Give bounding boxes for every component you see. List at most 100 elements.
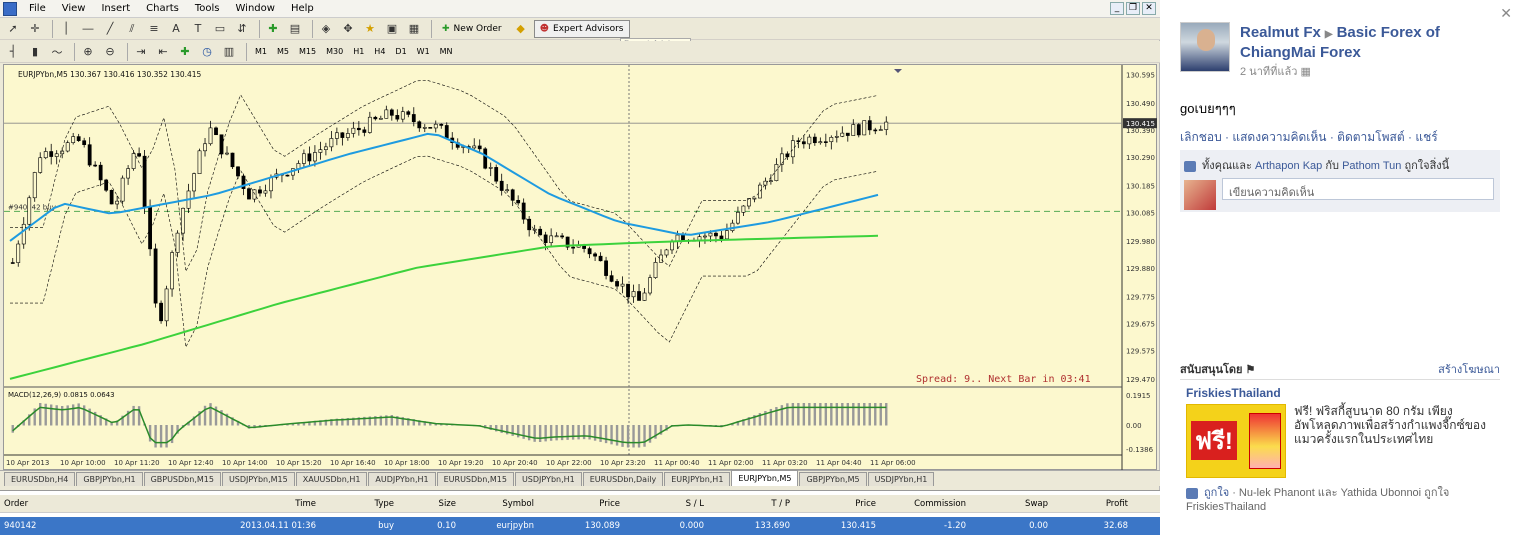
comment-input[interactable]: เขียนความคิดเห็น: [1222, 178, 1494, 200]
menu-help[interactable]: Help: [283, 0, 322, 18]
cursor-icon[interactable]: ➚: [4, 20, 22, 38]
liker-link-1[interactable]: Arthapon Kap: [1255, 160, 1322, 172]
indicators-icon[interactable]: ✚: [176, 43, 194, 61]
column-header[interactable]: Price: [794, 499, 880, 509]
column-header[interactable]: Order: [0, 499, 120, 509]
column-header[interactable]: Swap: [970, 499, 1052, 509]
menu-tools[interactable]: Tools: [187, 0, 228, 18]
timeframe-m5[interactable]: M5: [273, 44, 293, 60]
column-header[interactable]: Profit: [1052, 499, 1132, 509]
chart-shift-icon[interactable]: ⇤: [154, 43, 172, 61]
favorites-icon[interactable]: ★: [361, 20, 379, 38]
zoom-out-icon[interactable]: ⊖: [101, 43, 119, 61]
timeframe-h1[interactable]: H1: [349, 44, 368, 60]
timeframe-w1[interactable]: W1: [413, 44, 434, 60]
chart-tab[interactable]: GBPJPYbn,H1: [76, 472, 143, 486]
templates-icon[interactable]: ▥: [220, 43, 238, 61]
label-icon[interactable]: T: [189, 20, 207, 38]
terminal-icon[interactable]: ▣: [383, 20, 401, 38]
chart-tab[interactable]: XAUUSDbn,H1: [295, 472, 368, 486]
ad-like-button[interactable]: ถูกใจ: [1204, 487, 1229, 499]
menu-charts[interactable]: Charts: [138, 0, 187, 18]
fibonacci-icon[interactable]: ≡: [145, 20, 163, 38]
post-time[interactable]: 2 นาทีที่แล้ว ▦: [1240, 62, 1311, 80]
chart-tab[interactable]: USDJPYbn,H1: [514, 472, 582, 486]
column-header[interactable]: Type: [320, 499, 398, 509]
minimize-icon[interactable]: _: [1110, 2, 1124, 15]
ad-title-link[interactable]: FriskiesThailand: [1186, 386, 1281, 400]
line-chart-icon[interactable]: 〜: [48, 43, 66, 61]
strategy-tester-icon[interactable]: ▦: [405, 20, 423, 38]
post-time-text[interactable]: 2 นาทีที่แล้ว: [1240, 66, 1297, 78]
text-icon[interactable]: A: [167, 20, 185, 38]
macd-histogram-bar: [885, 403, 888, 426]
market-watch-icon[interactable]: ◈: [317, 20, 335, 38]
chart-tab[interactable]: USDJPYbn,M15: [221, 472, 295, 486]
close-icon[interactable]: ✕: [1142, 2, 1156, 15]
crosshair-icon[interactable]: ✛: [26, 20, 44, 38]
navigator-icon[interactable]: ✥: [339, 20, 357, 38]
timeframe-m15[interactable]: M15: [295, 44, 320, 60]
timeframe-m30[interactable]: M30: [322, 44, 347, 60]
timeframe-d1[interactable]: D1: [391, 44, 410, 60]
chart-tab[interactable]: AUDJPYbn,H1: [368, 472, 436, 486]
chart-tab[interactable]: EURJPYbn,M5: [731, 470, 799, 486]
horizontal-line-icon[interactable]: ―: [79, 20, 97, 38]
new-chart-icon[interactable]: ✚: [264, 20, 282, 38]
autoscroll-icon[interactable]: ⇥: [132, 43, 150, 61]
post-header: Realmut Fx ▶ Basic Forex of ChiangMai Fore…: [1240, 24, 1500, 62]
column-header[interactable]: Time: [120, 499, 320, 509]
new-order-button[interactable]: ✚ New Order: [436, 20, 508, 38]
candlestick-icon[interactable]: ▮: [26, 43, 44, 61]
profiles-icon[interactable]: ▤: [286, 20, 304, 38]
liker-link-2[interactable]: Pathom Tun: [1342, 160, 1401, 172]
price-tick-label: 129.675: [1126, 320, 1155, 328]
candle-body: [214, 127, 218, 136]
column-header[interactable]: S / L: [624, 499, 708, 509]
arrows-icon[interactable]: ⇵: [233, 20, 251, 38]
avatar[interactable]: [1180, 22, 1230, 72]
periods-icon[interactable]: ◷: [198, 43, 216, 61]
timeframe-h4[interactable]: H4: [370, 44, 389, 60]
order-cell: 940142: [4, 521, 37, 531]
chart-tab[interactable]: EURUSDbn,H4: [4, 472, 76, 486]
rectangle-icon[interactable]: ▭: [211, 20, 229, 38]
column-header[interactable]: Size: [398, 499, 460, 509]
zoom-in-icon[interactable]: ⊕: [79, 43, 97, 61]
timeframe-mn[interactable]: MN: [436, 44, 457, 60]
menu-view[interactable]: View: [54, 0, 94, 18]
channel-icon[interactable]: ⫽: [123, 20, 141, 38]
restore-icon[interactable]: ❐: [1126, 2, 1140, 15]
post-actions[interactable]: เลิกชอบ · แสดงความคิดเห็น · ติดตามโพสต์ …: [1180, 128, 1438, 147]
candle-body: [774, 164, 779, 181]
create-ad-link[interactable]: สร้างโฆษณา: [1438, 360, 1500, 378]
menu-file[interactable]: File: [21, 0, 54, 18]
chart-tab[interactable]: USDJPYbn,H1: [867, 472, 935, 486]
macd-histogram-bar: [571, 425, 575, 440]
column-header[interactable]: Commission: [880, 499, 970, 509]
menu-insert[interactable]: Insert: [93, 0, 138, 18]
chart-tab[interactable]: GBPUSDbn,M15: [143, 472, 221, 486]
chart-canvas[interactable]: 130.595130.490130.390130.290130.185130.0…: [4, 65, 1158, 471]
expert-advisors-button[interactable]: ☻ Expert Advisors: [533, 19, 630, 38]
order-row[interactable]: 940142 2013.04.11 01:36 buy 0.10 eurjpybn 130…: [0, 517, 1160, 535]
column-header[interactable]: Price: [538, 499, 624, 509]
chart-tab[interactable]: EURJPYbn,H1: [664, 472, 731, 486]
metaeditor-icon[interactable]: ◆: [512, 20, 530, 38]
poster-name-link[interactable]: Realmut Fx: [1240, 24, 1321, 41]
timeframe-m1[interactable]: M1: [251, 44, 271, 60]
ad-product-pack: [1249, 413, 1281, 469]
chart-tab[interactable]: EURUSDbn,M15: [436, 472, 514, 486]
vertical-line-icon[interactable]: │: [57, 20, 75, 38]
price-chart[interactable]: 130.595 130.490 130.390 130.290 130.185 130.0…: [3, 64, 1158, 471]
menu-window[interactable]: Window: [228, 0, 283, 18]
chart-tab[interactable]: GBPJPYbn,M5: [799, 472, 867, 486]
close-icon[interactable]: ✕: [1500, 6, 1512, 22]
bar-chart-icon[interactable]: ┤: [4, 43, 22, 61]
macd-histogram-bar: [637, 425, 641, 448]
column-header[interactable]: Symbol: [460, 499, 538, 509]
chart-tab[interactable]: EURUSDbn,Daily: [582, 472, 664, 486]
ad-image[interactable]: ฟรี!: [1186, 404, 1286, 478]
column-header[interactable]: T / P: [708, 499, 794, 509]
trendline-icon[interactable]: ╱: [101, 20, 119, 38]
